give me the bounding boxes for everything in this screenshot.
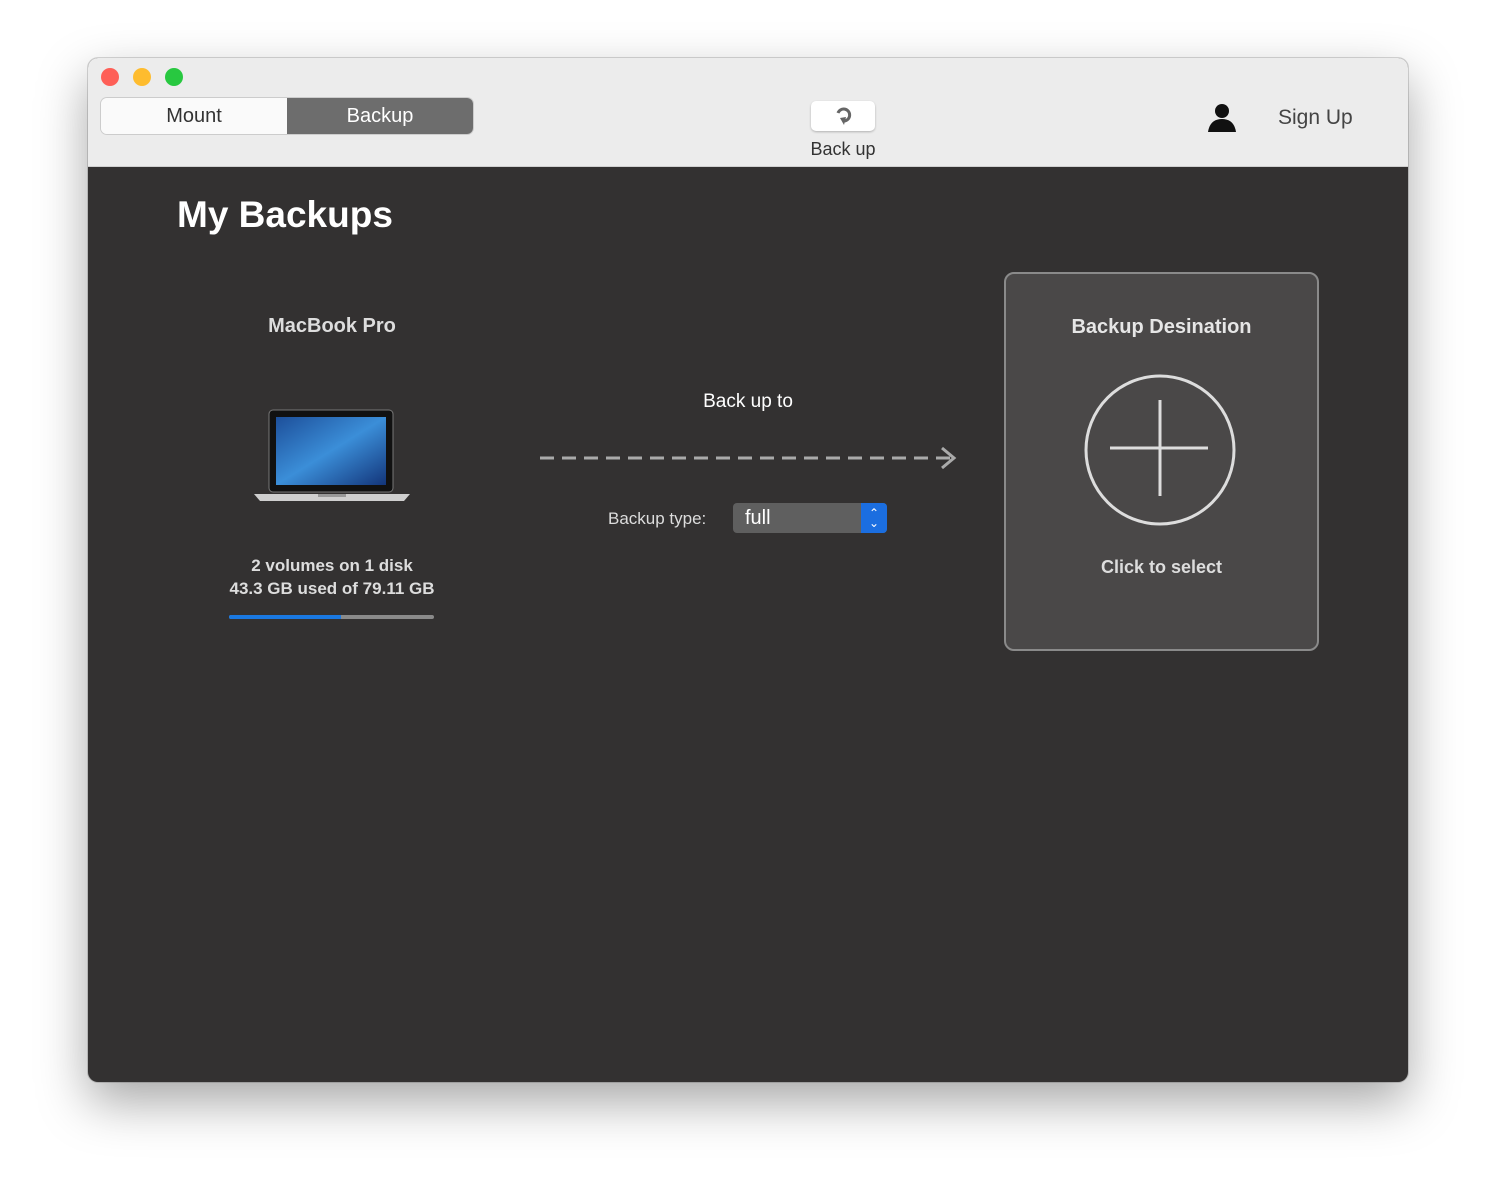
page-title: My Backups (177, 194, 393, 235)
minimize-button[interactable] (133, 68, 151, 86)
backup-type-label: Backup type: (608, 509, 707, 528)
disk-usage-bar (229, 615, 434, 619)
sign-up-link[interactable]: Sign Up (1278, 106, 1353, 130)
add-icon (1084, 374, 1236, 526)
zoom-button[interactable] (165, 68, 183, 86)
user-icon[interactable] (1206, 102, 1238, 132)
click-to-select-label: Click to select (1100, 557, 1223, 577)
disk-usage-fill (229, 615, 342, 619)
mode-segmented-control: Mount Backup (101, 98, 473, 134)
tab-backup[interactable]: Backup (287, 98, 473, 134)
dashed-arrow-icon (540, 446, 957, 470)
laptop-icon (254, 409, 410, 501)
backup-destination-card[interactable]: Backup Desination Click to select (1004, 272, 1319, 651)
back-up-button[interactable] (811, 101, 875, 131)
backup-type-select[interactable]: full ⌃ ⌄ (733, 503, 887, 533)
destination-title: Backup Desination (1071, 316, 1252, 338)
close-button[interactable] (101, 68, 119, 86)
usage-text: 43.3 GB used of 79.11 GB (229, 579, 435, 598)
source-name: MacBook Pro (268, 315, 396, 337)
backup-type-value: full (745, 507, 771, 529)
source-info: 2 volumes on 1 disk 43.3 GB used of 79.1… (202, 554, 462, 600)
app-window: Mount Backup Back up Sign Up My Backups … (88, 58, 1408, 1082)
toolbar: Mount Backup Back up Sign Up (88, 58, 1408, 167)
back-up-label: Back up (810, 139, 876, 159)
backup-arrow-icon (836, 107, 852, 125)
volumes-text: 2 volumes on 1 disk (251, 556, 413, 575)
back-up-to-label: Back up to (703, 391, 793, 412)
chevron-updown-icon: ⌃ ⌄ (861, 503, 887, 533)
tab-mount[interactable]: Mount (101, 98, 287, 134)
